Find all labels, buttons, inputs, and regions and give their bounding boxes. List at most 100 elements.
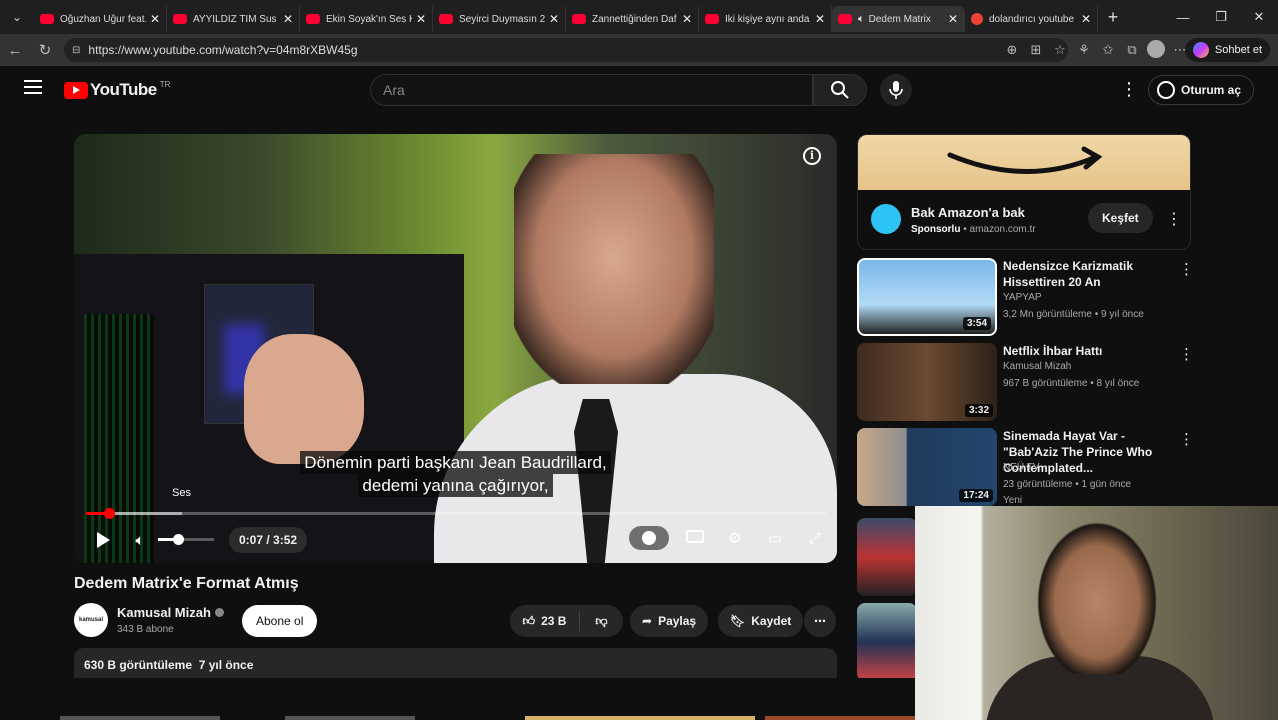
youtube-favicon-icon [173, 14, 187, 24]
item-kebab-icon[interactable]: ⋮ [1179, 345, 1194, 363]
profile-avatar[interactable] [1144, 39, 1168, 61]
reload-icon[interactable]: ↻ [30, 41, 60, 59]
ad-cta-button[interactable]: Keşfet [1088, 203, 1153, 233]
theater-mode-icon[interactable]: ▭ [755, 529, 795, 547]
save-button[interactable]: 🔖︎ Kaydet [718, 605, 804, 637]
amazon-smile-logo-icon [947, 146, 1103, 174]
play-button[interactable] [92, 528, 114, 552]
video-thumbnail[interactable] [857, 603, 917, 678]
browser-tab[interactable]: Oğuzhan Uğur feat. ✕ [34, 6, 167, 32]
settings-kebab-icon[interactable]: ⋮ [1120, 80, 1138, 98]
channel-name-link[interactable]: Kamusal Mizah [117, 605, 224, 620]
voice-search-button[interactable] [880, 74, 912, 106]
close-tab-icon[interactable]: ✕ [815, 12, 825, 26]
sign-in-button[interactable]: Oturum aç [1148, 75, 1255, 105]
duration-badge: 17:24 [959, 489, 993, 502]
info-icon[interactable]: i [803, 147, 821, 165]
user-circle-icon [1157, 81, 1175, 99]
favorites-icon[interactable]: ✩ [1096, 42, 1120, 58]
copilot-icon [1192, 42, 1209, 58]
video-player[interactable]: i Dönemin parti başkanı Jean Baudrillard… [74, 134, 837, 563]
duration-badge: 3:32 [964, 404, 993, 417]
video-thumbnail[interactable]: 17:24 [857, 428, 997, 506]
thumbs-down-icon: 👎︎ [595, 613, 608, 628]
mute-button[interactable]: 🔈︎ [130, 528, 150, 552]
dislike-button[interactable]: 👎︎ [580, 614, 623, 629]
volume-slider[interactable] [158, 534, 214, 545]
more-dots-icon: ⋯ [814, 614, 826, 628]
close-window-icon[interactable]: ✕ [1240, 0, 1278, 34]
close-tab-icon[interactable]: ✕ [283, 12, 293, 26]
close-tab-icon[interactable]: ✕ [549, 12, 559, 26]
translate-icon[interactable]: ⊕ [1000, 42, 1024, 58]
minimize-icon[interactable]: — [1164, 0, 1202, 34]
video-frame-face [514, 154, 714, 384]
subscribe-button[interactable]: Abone ol [242, 605, 318, 637]
video-thumbnail[interactable] [857, 518, 917, 596]
thumbs-up-icon: 👍︎ [522, 613, 536, 628]
advertiser-logo[interactable] [871, 204, 901, 234]
bookmark-icon: 🔖︎ [730, 614, 746, 628]
close-tab-icon[interactable]: ✕ [682, 12, 692, 26]
extensions-icon[interactable]: ⚘ [1072, 42, 1096, 58]
tab-list-chevron-icon[interactable]: ⌄ [0, 0, 34, 34]
video-thumbnail[interactable]: 3:32 [857, 343, 997, 421]
recommended-video[interactable]: 3:32 Netflix İhbar Hattı Kamusal Mizah 9… [857, 343, 1194, 423]
youtube-logo[interactable]: YouTube TR [64, 80, 170, 100]
close-tab-icon[interactable]: ✕ [948, 12, 958, 26]
favorite-star-icon[interactable]: ☆ [1048, 42, 1072, 58]
description-box[interactable]: 630 B görüntüleme 7 yıl önce [74, 648, 837, 678]
browser-tab[interactable]: Seyirci Duymasın 2(✕ [433, 6, 566, 32]
browser-tab[interactable]: İki kişiye aynı anda ✕ [699, 6, 832, 32]
channel-avatar[interactable]: kamusal [74, 603, 108, 637]
autoplay-toggle[interactable] [629, 526, 669, 550]
video-thumbnail[interactable]: 3:54 [857, 258, 997, 336]
browser-tab-strip: ⌄ Oğuzhan Uğur feat. ✕ AYYILDIZ TİM Sus S… [0, 0, 1278, 34]
youtube-favicon-icon [40, 14, 54, 24]
browser-tab[interactable]: Ekin Soyak'ın Ses K ✕ [300, 6, 433, 32]
progress-scrubber[interactable] [103, 508, 115, 519]
ad-banner[interactable] [858, 135, 1190, 190]
ad-kebab-icon[interactable]: ⋮ [1166, 209, 1182, 229]
subtitles-button[interactable] [675, 529, 715, 547]
share-button[interactable]: ➦ Paylaş [630, 605, 709, 637]
site-info-icon[interactable]: ⊟ [72, 45, 80, 56]
menu-hamburger-icon[interactable] [24, 80, 42, 94]
channel-name: Kamusal Mizah [117, 605, 211, 620]
like-button[interactable]: 👍︎ 23 B [510, 611, 580, 631]
youtube-masthead: YouTube TR Ara ⋮ Oturum aç [4, 66, 1274, 114]
url-field[interactable]: ⊟ https://www.youtube.com/watch?v=04m8rX… [64, 38, 1068, 62]
apps-icon[interactable]: ⊞ [1024, 42, 1048, 58]
copilot-chat-button[interactable]: Sohbet et [1184, 38, 1270, 62]
close-tab-icon[interactable]: ✕ [1081, 12, 1091, 26]
audio-playing-icon[interactable]: 🔈︎ [858, 13, 865, 26]
recommended-video[interactable]: 17:24 Sinemada Hayat Var - "Bab'Aziz The… [857, 428, 1194, 508]
recommended-video[interactable] [857, 603, 917, 678]
browser-tab[interactable]: Zannettiğinden Daf ✕ [566, 6, 699, 32]
item-kebab-icon[interactable]: ⋮ [1179, 260, 1194, 278]
progress-bar[interactable] [86, 508, 826, 519]
recommended-meta: 23 görüntüleme • 1 gün önce [1003, 479, 1132, 490]
item-kebab-icon[interactable]: ⋮ [1179, 430, 1194, 448]
search-input[interactable]: Ara [370, 74, 813, 106]
webcam-person-head [1031, 514, 1163, 674]
browser-tab[interactable]: dolandırıcı youtube ✕ [965, 6, 1098, 32]
new-tab-plus-icon[interactable]: + [1098, 7, 1128, 28]
browser-tab[interactable]: AYYILDIZ TİM Sus S ✕ [167, 6, 300, 32]
close-tab-icon[interactable]: ✕ [416, 12, 426, 26]
ad-sponsored-line: Sponsorlu • amazon.com.tr [911, 224, 1036, 235]
recommended-video[interactable] [857, 518, 917, 598]
sponsored-ad-card[interactable]: Bak Amazon'a bak Sponsorlu • amazon.com.… [857, 134, 1191, 250]
fullscreen-icon[interactable]: ⤢ [795, 530, 835, 547]
back-arrow-icon[interactable]: ← [0, 42, 30, 59]
collections-icon[interactable]: ⧉ [1120, 42, 1144, 58]
tab-title: Dedem Matrix [868, 13, 931, 25]
maximize-icon[interactable]: ❐ [1202, 0, 1240, 34]
close-tab-icon[interactable]: ✕ [150, 12, 160, 26]
more-actions-button[interactable]: ⋯ [804, 605, 836, 637]
recommended-video[interactable]: 3:54 Nedensizce Karizmatik Hissettiren 2… [857, 258, 1194, 338]
volume-knob[interactable] [172, 534, 184, 545]
settings-gear-icon[interactable]: ⚙ [715, 529, 755, 547]
search-button[interactable] [813, 74, 867, 106]
browser-tab-active[interactable]: 🔈︎ Dedem Matrix ✕ [832, 6, 965, 32]
